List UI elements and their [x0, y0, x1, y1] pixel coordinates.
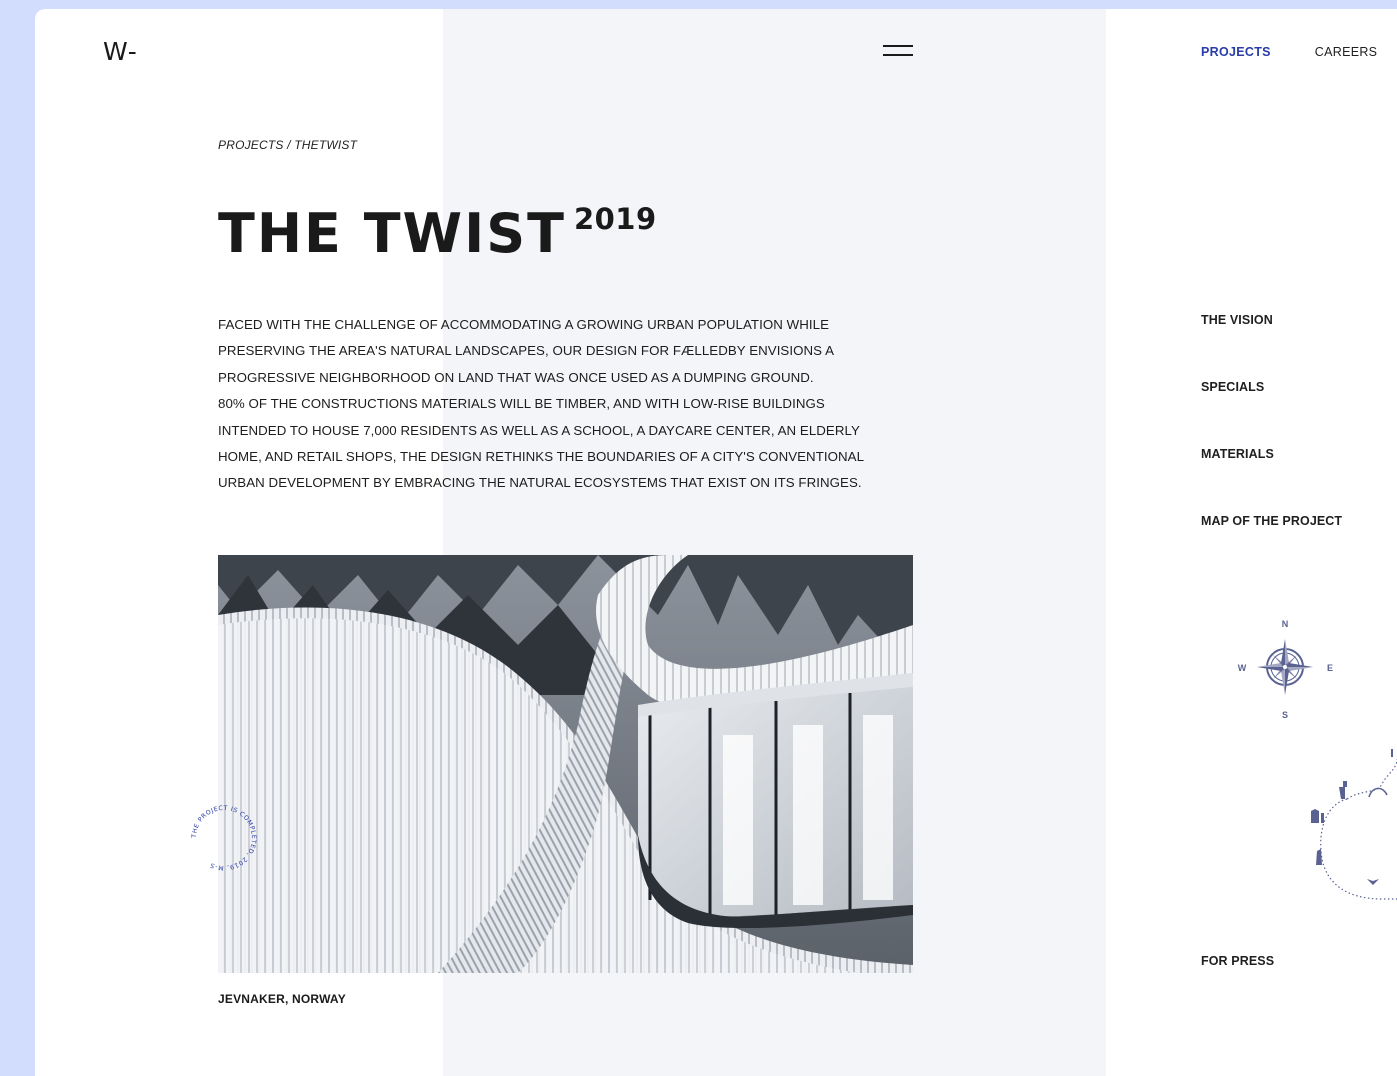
description-line: 80% OF THE CONSTRUCTIONS MATERIALS WILL … — [218, 396, 825, 412]
project-seal-badge: THE PROJECT IS COMPLETED, 2019, M-S — [191, 805, 257, 871]
compass-west-label: W — [1238, 663, 1247, 673]
section-link-materials[interactable]: MATERIALS — [1201, 447, 1274, 461]
section-link-specials[interactable]: SPECIALS — [1201, 380, 1264, 394]
description-line: HOME, AND RETAIL SHOPS, THE DESIGN RETHI… — [218, 449, 865, 465]
nav-projects[interactable]: PROJECTS — [1201, 45, 1271, 59]
project-year: 2019 — [573, 202, 657, 236]
description-line: INTENDED TO HOUSE 7,000 RESIDENTS AS WEL… — [218, 422, 860, 438]
project-photo — [218, 555, 913, 973]
compass-south-label: S — [1282, 710, 1288, 720]
description-line: PROGRESSIVE NEIGHBORHOOD ON LAND THAT WA… — [218, 369, 814, 385]
project-title: THE TWIST — [218, 202, 566, 265]
section-link-map-of-the-project[interactable]: MAP OF THE PROJECT — [1201, 514, 1342, 528]
compass-north-label: N — [1282, 619, 1289, 629]
breadcrumb-projects-link[interactable]: PROJECTS — [218, 138, 284, 152]
top-navigation: PROJECTS CAREERS — [1201, 45, 1377, 59]
section-link-the-vision[interactable]: THE VISION — [1201, 313, 1273, 327]
breadcrumb: PROJECTS / THETWIST — [218, 138, 357, 152]
page-card: W- PROJECTS / THETWIST THE TWIST 2019 FAC… — [35, 9, 1397, 1076]
nav-careers[interactable]: CAREERS — [1315, 45, 1378, 59]
section-link-for-press[interactable]: FOR PRESS — [1201, 954, 1274, 968]
logo[interactable]: W- — [103, 37, 138, 66]
description-line: FACED WITH THE CHALLENGE OF ACCOMMODATIN… — [218, 317, 829, 332]
project-location: JEVNAKER, NORWAY — [218, 992, 346, 1006]
compass-rose-icon: N S E W — [1238, 619, 1333, 720]
breadcrumb-current: THETWIST — [294, 138, 358, 152]
project-map-illustration — [1311, 749, 1397, 900]
seal-text: THE PROJECT IS COMPLETED, 2019, M-S — [191, 805, 257, 871]
hamburger-menu-icon[interactable] — [883, 45, 913, 57]
description-line: URBAN DEVELOPMENT BY EMBRACING THE NATUR… — [218, 475, 862, 491]
project-description: FACED WITH THE CHALLENGE OF ACCOMMODATIN… — [218, 312, 908, 497]
svg-text:THE PROJECT IS COMPLETED, 2019: THE PROJECT IS COMPLETED, 2019, M-S — [191, 805, 257, 871]
compass-east-label: E — [1327, 663, 1333, 673]
page-title: THE TWIST 2019 — [218, 205, 657, 261]
description-line: PRESERVING THE AREA'S NATURAL LANDSCAPES… — [218, 343, 834, 359]
breadcrumb-separator: / — [283, 138, 295, 152]
